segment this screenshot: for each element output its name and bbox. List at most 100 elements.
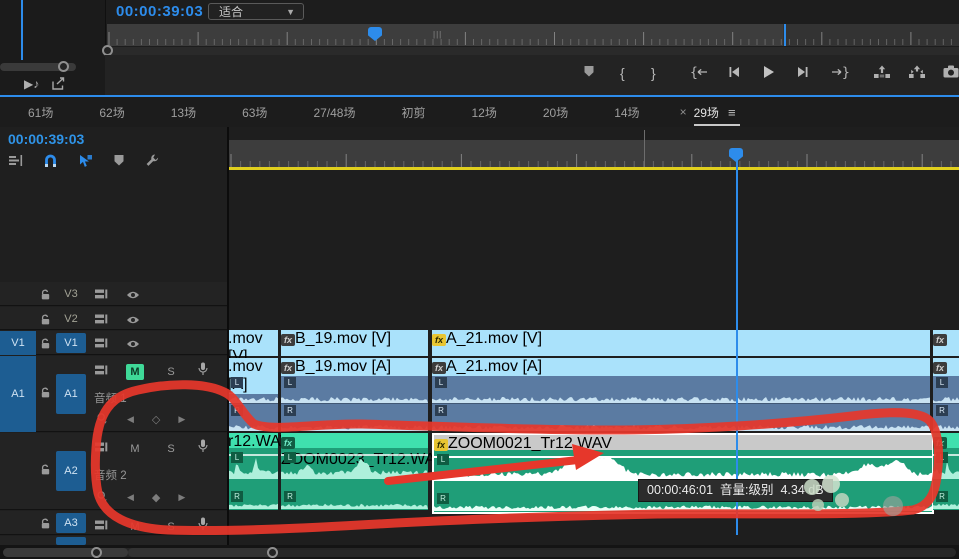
mute-button-A1[interactable]: M xyxy=(126,364,144,380)
sync-lock-icon[interactable] xyxy=(94,518,108,536)
sync-lock-icon[interactable] xyxy=(94,336,108,354)
tab-20场[interactable]: 20场 xyxy=(543,104,568,121)
tab-62场[interactable]: 62场 xyxy=(99,104,124,121)
track-select-V2[interactable]: V2 xyxy=(56,309,86,329)
video-clip[interactable]: fxB_19.mov [V] xyxy=(281,330,428,356)
mark-in-button[interactable]: { xyxy=(620,65,625,81)
linked-selection-toggle[interactable] xyxy=(78,154,93,173)
solo-button-A1[interactable]: S xyxy=(162,364,180,380)
fx-badge[interactable]: fx xyxy=(933,362,947,374)
scrollbar-handle-right[interactable] xyxy=(267,547,278,558)
next-keyframe-button[interactable]: ▶ xyxy=(178,414,185,425)
step-back-button[interactable] xyxy=(728,65,741,81)
source-mini-ruler[interactable]: ||| xyxy=(107,24,959,46)
go-to-out-button[interactable]: } xyxy=(831,65,849,82)
fx-badge[interactable]: fx xyxy=(281,437,295,449)
tab-close-icon[interactable]: × xyxy=(680,105,687,119)
fx-badge[interactable]: fx xyxy=(933,437,947,449)
prev-keyframe-button[interactable]: ◀ xyxy=(127,414,134,425)
source-patch-V1[interactable]: V1 xyxy=(0,331,36,355)
audio-clip-a2[interactable]: fxLR xyxy=(933,433,959,510)
solo-button-A2[interactable]: S xyxy=(162,441,180,457)
toggle-track-output-icon[interactable] xyxy=(126,336,140,354)
lift-button[interactable] xyxy=(873,65,891,82)
tab-14场[interactable]: 14场 xyxy=(614,104,639,121)
lock-icon[interactable] xyxy=(40,517,51,535)
lock-icon[interactable] xyxy=(40,386,51,404)
lock-icon[interactable] xyxy=(40,337,51,355)
keyframe-type-icon[interactable] xyxy=(96,490,109,505)
tab-63场[interactable]: 63场 xyxy=(242,104,267,121)
fx-badge[interactable]: fx xyxy=(434,439,448,451)
step-forward-button[interactable] xyxy=(796,65,809,81)
voiceover-record-icon[interactable] xyxy=(198,517,208,536)
scrollbar-handle-left[interactable] xyxy=(91,547,102,558)
toggle-track-output-icon[interactable] xyxy=(126,287,140,305)
audio-clip-a2[interactable]: r12.WAVLR xyxy=(229,433,278,510)
video-clip[interactable]: fx xyxy=(933,330,959,356)
mute-button-A2[interactable]: M xyxy=(126,441,144,457)
audio-clip-a1[interactable]: .mov [A]LR xyxy=(229,358,278,431)
go-to-in-button[interactable]: { xyxy=(690,65,708,82)
timeline-settings-button[interactable] xyxy=(145,153,160,173)
fx-badge[interactable]: fx xyxy=(281,362,295,374)
play-button[interactable] xyxy=(762,65,775,82)
lock-icon[interactable] xyxy=(40,463,51,481)
timeline-clips-area[interactable]: .mov [V]fxB_19.mov [V]fxA_21.mov [V]fx.m… xyxy=(229,127,959,559)
tab-12场[interactable]: 12场 xyxy=(471,104,496,121)
lock-icon[interactable] xyxy=(40,288,51,306)
toggle-track-output-icon[interactable] xyxy=(126,312,140,330)
tab-active[interactable]: ×29场≡ xyxy=(680,97,736,127)
sync-lock-icon[interactable] xyxy=(94,312,108,330)
video-clip[interactable]: fxA_21.mov [V] xyxy=(432,330,930,356)
tab-初剪[interactable]: 初剪 xyxy=(401,104,425,121)
track-select-V3[interactable]: V3 xyxy=(56,284,86,304)
extract-button[interactable] xyxy=(908,65,926,82)
voiceover-record-icon[interactable] xyxy=(198,362,208,381)
video-clip[interactable]: .mov [V] xyxy=(229,330,278,356)
fx-badge[interactable]: fx xyxy=(432,362,446,374)
snap-toggle[interactable] xyxy=(43,154,58,173)
audio-clip-a2[interactable]: fxZOOM0023_Tr12.WAVLR xyxy=(281,433,428,510)
audio-clip-a1[interactable]: fxB_19.mov [A]LR xyxy=(281,358,428,431)
keyframe-type-icon[interactable] xyxy=(96,412,109,427)
add-marker-button[interactable] xyxy=(113,154,125,172)
fx-badge[interactable]: fx xyxy=(432,334,446,346)
zoom-level-select[interactable]: 适合 ▼ xyxy=(208,3,304,20)
solo-button-A3[interactable]: S xyxy=(162,519,180,535)
add-keyframe-button[interactable]: ◆ xyxy=(152,491,160,504)
track-select-V1[interactable]: V1 xyxy=(56,333,86,353)
next-keyframe-button[interactable]: ▶ xyxy=(178,492,185,503)
panel-menu-icon[interactable]: ≡ xyxy=(728,105,736,120)
tab-13场[interactable]: 13场 xyxy=(171,104,196,121)
audio-clip-a1[interactable]: fxA_21.mov [A]LR xyxy=(432,358,930,431)
nest-insert-toggle[interactable] xyxy=(8,154,23,172)
fx-badge[interactable]: fx xyxy=(933,334,947,346)
add-keyframe-button[interactable]: ◇ xyxy=(152,413,160,426)
tab-27/48场[interactable]: 27/48场 xyxy=(313,104,355,121)
play-audio-icon[interactable]: ▶♪ xyxy=(24,77,39,91)
horizontal-scrollbar-thumb[interactable] xyxy=(128,548,278,557)
sync-lock-icon[interactable] xyxy=(94,363,108,381)
tab-61场[interactable]: 61场 xyxy=(28,104,53,121)
voiceover-record-icon[interactable] xyxy=(198,439,208,458)
monitor-zoom-handle[interactable] xyxy=(58,61,69,72)
prev-keyframe-button[interactable]: ◀ xyxy=(127,492,134,503)
mark-out-button[interactable]: } xyxy=(651,65,656,81)
mute-button-A3[interactable]: M xyxy=(126,519,144,535)
export-frame-button[interactable] xyxy=(943,65,959,81)
lock-icon[interactable] xyxy=(40,313,51,331)
timeline-playhead-line[interactable] xyxy=(736,153,738,535)
export-icon[interactable] xyxy=(52,77,65,95)
track-select-A3[interactable]: A3 xyxy=(56,513,86,533)
audio-clip-a1[interactable]: fxLR xyxy=(933,358,959,431)
sync-lock-icon[interactable] xyxy=(94,287,108,305)
track-select-A2[interactable]: A2 xyxy=(56,451,86,491)
fx-badge[interactable]: fx xyxy=(281,334,295,346)
track-select-A1[interactable]: A1 xyxy=(56,374,86,414)
sync-lock-icon[interactable] xyxy=(94,440,108,458)
source-scrollbar[interactable] xyxy=(107,47,959,55)
track-height-scrollbar[interactable] xyxy=(3,548,128,557)
add-marker-button[interactable] xyxy=(583,65,595,81)
source-patch-A1[interactable]: A1 xyxy=(0,356,36,432)
